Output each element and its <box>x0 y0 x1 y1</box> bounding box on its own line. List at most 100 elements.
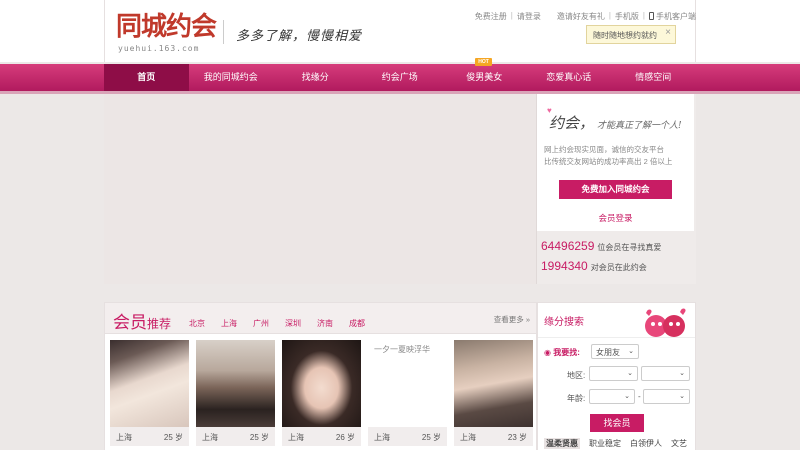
member-age: 25 岁 <box>163 433 183 442</box>
member-city: 上海 <box>116 433 132 442</box>
match-search-panel: 缘分搜索 ◉ 我要找: 女朋友 ⌄ 地区: ⌄ ⌄ 年龄: ⌄ - ⌄ 找会员 温… <box>537 302 696 450</box>
province-select[interactable]: ⌄ <box>589 366 638 381</box>
city-tabs: 北京 上海 广州 深圳 济南 成都 <box>189 318 381 329</box>
nav-bar: 首页 我的同城约会 找缘分 约会广场 HOT 俊男美女 恋爱真心话 情感空间 <box>104 58 696 91</box>
stat-label: 位会员在寻找真爱 <box>597 243 662 252</box>
member-meta: 上海 25 岁 <box>196 427 275 446</box>
city-tab-shenzhen[interactable]: 深圳 <box>285 318 301 329</box>
chevron-down-icon: ⌄ <box>679 393 685 400</box>
member-meta: 上海 25 岁 <box>368 427 447 446</box>
register-link[interactable]: 免费注册 <box>475 11 507 22</box>
seek-select[interactable]: 女朋友 ⌄ <box>591 344 639 359</box>
tag-white-collar[interactable]: 白领伊人 <box>630 438 662 449</box>
member-photo[interactable]: 一夕一夏映浮华 <box>368 340 447 427</box>
login-link[interactable]: 请登录 <box>517 11 541 22</box>
member-age: 25 岁 <box>421 433 441 442</box>
member-meta: 上海 23 岁 <box>454 427 533 446</box>
member-city: 上海 <box>374 433 390 442</box>
site-slogan: 多多了解，慢慢相爱 <box>236 29 363 44</box>
member-meta: 上海 26 岁 <box>282 427 361 446</box>
member-photo[interactable] <box>282 340 361 427</box>
nav-item-home[interactable]: 首页 <box>104 64 189 91</box>
region-label: 地区: <box>567 371 586 380</box>
stat-dates: 1994340 对会员在此约会 <box>541 259 647 273</box>
member-login-link[interactable]: 会员登录 <box>537 212 694 224</box>
invite-link[interactable]: 邀请好友有礼 <box>557 11 605 22</box>
panel-slogan: 约会， 才能真正了解一个人! <box>549 114 682 132</box>
app-tooltip: 随时随地想约就约 × <box>586 25 676 44</box>
chevron-down-icon: ⌄ <box>624 393 630 400</box>
member-card[interactable]: 上海 25 岁 <box>110 340 189 448</box>
members-title: 会员推荐 <box>113 313 172 332</box>
client-link[interactable]: 手机客户端 <box>649 11 696 22</box>
mobile-link[interactable]: 手机版 <box>615 11 639 22</box>
tag-list: 温柔贤惠 职业稳定 白领伊人 文艺 <box>544 438 687 449</box>
nav-item-dating-square[interactable]: 约会广场 <box>358 64 443 91</box>
age-max-select[interactable]: ⌄ <box>643 389 690 404</box>
member-motto: 一夕一夏映浮华 <box>374 345 430 354</box>
tag-gentle[interactable]: 温柔贤惠 <box>544 438 580 449</box>
seek-label: ◉ 我要找: <box>544 348 580 357</box>
tag-artsy[interactable]: 文艺 <box>671 438 687 449</box>
member-card[interactable]: 上海 25 岁 <box>196 340 275 448</box>
logo-text: 同城约会 <box>116 12 217 42</box>
tooltip-text: 随时随地想约就约 <box>593 31 657 40</box>
member-photo[interactable] <box>454 340 533 427</box>
join-panel: ♥ 约会， 才能真正了解一个人! 网上约会现实见面，诚信的交友平台 比传统交友网站… <box>537 94 694 231</box>
member-age: 26 岁 <box>335 433 355 442</box>
city-select[interactable]: ⌄ <box>641 366 690 381</box>
site-logo[interactable]: 同城约会 yuehui.163.com <box>116 12 217 56</box>
nav-item-my-dating[interactable]: 我的同城约会 <box>189 64 274 91</box>
member-card[interactable]: 上海 26 岁 <box>282 340 361 448</box>
nav-item-love-talk[interactable]: 恋爱真心话 <box>527 64 612 91</box>
find-member-button[interactable]: 找会员 <box>590 414 644 432</box>
stat-value: 64496259 <box>541 239 595 253</box>
stat-members: 64496259 位会员在寻找真爱 <box>541 239 661 253</box>
nav-item-find-match[interactable]: 找缘分 <box>273 64 358 91</box>
search-icon: ◉ <box>544 348 554 357</box>
logo-domain: yuehui.163.com <box>118 44 200 53</box>
city-tab-shanghai[interactable]: 上海 <box>221 318 237 329</box>
couple-mascot-icon <box>645 308 686 337</box>
member-photo[interactable] <box>196 340 275 427</box>
member-card[interactable]: 一夕一夏映浮华 上海 25 岁 <box>368 340 447 448</box>
age-min-select[interactable]: ⌄ <box>589 389 635 404</box>
logo-divider <box>223 20 224 44</box>
main-nav: 首页 我的同城约会 找缘分 约会广场 HOT 俊男美女 恋爱真心话 情感空间 <box>0 58 800 91</box>
member-photo[interactable] <box>110 340 189 427</box>
member-recommend-panel: 会员推荐 北京 上海 广州 深圳 济南 成都 查看更多 » 上海 25 岁 上海… <box>104 302 537 450</box>
age-label: 年龄: <box>567 394 586 403</box>
search-title: 缘分搜索 <box>544 317 584 328</box>
nav-item-beauties[interactable]: HOT 俊男美女 <box>442 58 527 91</box>
member-card[interactable]: 上海 23 岁 <box>454 340 533 448</box>
nav-item-label: 俊男美女 <box>466 72 503 82</box>
hot-badge: HOT <box>475 58 492 66</box>
phone-icon <box>649 12 654 20</box>
city-tab-guangzhou[interactable]: 广州 <box>253 318 269 329</box>
member-age: 25 岁 <box>249 433 269 442</box>
chevron-down-icon: ⌄ <box>679 370 685 377</box>
city-tab-chengdu[interactable]: 成都 <box>349 318 365 329</box>
member-city: 上海 <box>202 433 218 442</box>
member-city: 上海 <box>460 433 476 442</box>
stat-label: 对会员在此约会 <box>590 263 647 272</box>
member-meta: 上海 25 岁 <box>110 427 189 446</box>
nav-item-emotion-space[interactable]: 情感空间 <box>611 64 696 91</box>
top-links: 免费注册 | 请登录 邀请好友有礼 | 手机版 | 手机客户端 <box>475 11 696 22</box>
join-button[interactable]: 免费加入同城约会 <box>559 180 672 199</box>
stat-value: 1994340 <box>541 259 588 273</box>
member-city: 上海 <box>288 433 304 442</box>
chevron-down-icon: ⌄ <box>627 370 633 377</box>
close-icon[interactable]: × <box>665 27 671 38</box>
city-tab-jinan[interactable]: 济南 <box>317 318 333 329</box>
view-more-link[interactable]: 查看更多 » <box>494 314 530 325</box>
city-tab-beijing[interactable]: 北京 <box>189 318 205 329</box>
panel-description: 网上约会现实见面，诚信的交友平台 比传统交友网站的成功率高出 2 倍以上 <box>544 145 673 166</box>
member-age: 23 岁 <box>507 433 527 442</box>
search-divider <box>538 337 695 338</box>
age-separator: - <box>638 392 641 401</box>
tag-stable-job[interactable]: 职业稳定 <box>589 438 621 449</box>
hero-image-area[interactable] <box>104 94 537 284</box>
separator: | <box>608 11 611 20</box>
members-header: 会员推荐 北京 上海 广州 深圳 济南 成都 查看更多 » <box>105 303 536 334</box>
